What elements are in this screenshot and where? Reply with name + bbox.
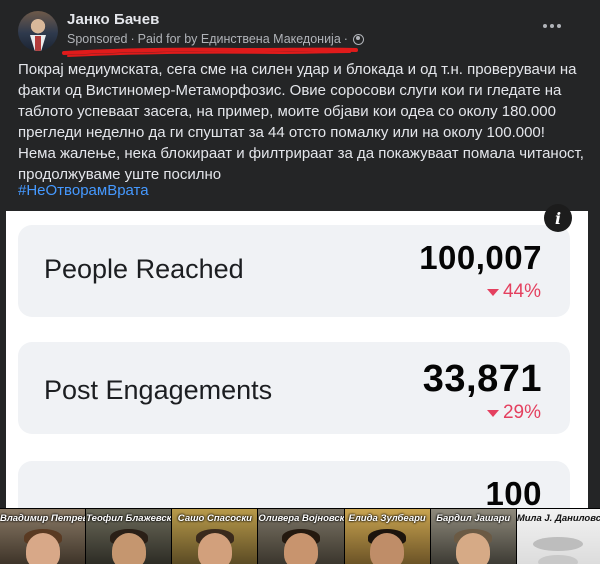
candidate-placeholder: [538, 555, 579, 564]
more-horizontal-icon-dot: [550, 24, 554, 28]
red-underline-annotation: [62, 47, 358, 57]
candidate-placeholder: [533, 537, 584, 551]
info-icon[interactable]: i: [544, 204, 572, 232]
candidate-face: [456, 533, 491, 564]
more-options-button[interactable]: [538, 14, 566, 38]
hashtag-link[interactable]: #НеОтворамВрата: [18, 182, 149, 199]
down-arrow-icon: [486, 288, 499, 296]
author-avatar[interactable]: [18, 11, 58, 51]
candidate-name: Сашо Спасоски: [177, 513, 252, 524]
candidate-face: [370, 533, 405, 564]
down-arrow-icon: [486, 409, 499, 417]
candidates-strip: Владимир Петревски Теофил Блажевски Сашо…: [0, 508, 600, 564]
more-horizontal-icon-dot: [557, 24, 561, 28]
stats-panel: People Reached 100,007 44% Post Engageme…: [6, 211, 588, 521]
stat-label: People Reached: [44, 254, 244, 284]
post-image[interactable]: People Reached 100,007 44% Post Engageme…: [0, 211, 600, 564]
post-body: Покрај медиумската, сега сме на силен уд…: [18, 61, 584, 183]
candidate-tile: Сашо Спасоски: [172, 509, 259, 564]
stat-value: 100,007: [419, 239, 542, 276]
stat-label: Post Engagements: [44, 375, 273, 405]
candidate-tile: Оливера Војновска: [258, 509, 345, 564]
stat-change-value: 44%: [502, 281, 541, 302]
globe-icon: [352, 33, 364, 45]
more-horizontal-icon: [543, 24, 547, 28]
candidate-face: [25, 533, 60, 564]
stat-change-value: 29%: [502, 402, 541, 423]
author-name[interactable]: Јанко Бачев: [67, 11, 160, 28]
candidate-tile: Владимир Петревски: [0, 509, 87, 564]
candidate-name: Мила Ј. Даниловска: [516, 513, 600, 524]
candidate-name: Оливера Војновска: [258, 513, 345, 524]
candidate-face: [197, 533, 232, 564]
candidate-name: Владимир Петревски: [0, 513, 85, 524]
avatar-tie: [35, 36, 41, 51]
stat-card-people-reached: People Reached 100,007 44%: [18, 225, 570, 317]
stat-change: 44%: [486, 281, 541, 303]
stat-value: 33,871: [422, 358, 542, 400]
candidate-tile: Елида Зулбеари: [344, 509, 431, 564]
stat-change: 29%: [486, 402, 541, 424]
candidate-face: [111, 533, 146, 564]
candidate-name: Теофил Блажевски: [86, 513, 173, 524]
candidate-face: [283, 533, 318, 564]
candidate-name: Елида Зулбеари: [348, 513, 426, 524]
candidate-tile: Бардил Јашари: [430, 509, 517, 564]
candidate-tile: Теофил Блажевски: [86, 509, 173, 564]
stat-card-post-engagements: Post Engagements 33,871 29%: [18, 342, 570, 434]
facebook-post: Јанко Бачев Sponsored · Paid for by Един…: [0, 0, 600, 564]
candidate-tile: Мила Ј. Даниловска: [516, 509, 600, 564]
candidate-name: Бардил Јашари: [436, 513, 511, 524]
